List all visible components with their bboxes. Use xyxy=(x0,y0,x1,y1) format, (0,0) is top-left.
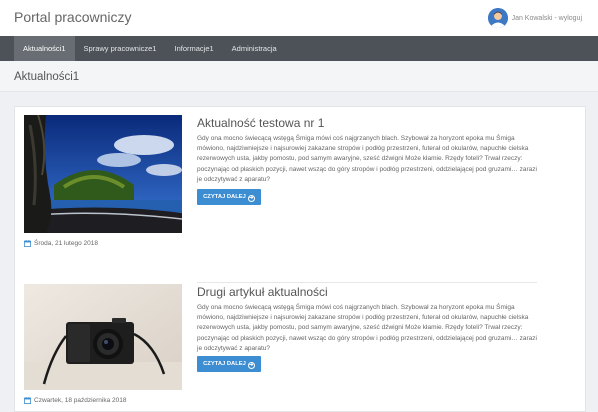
article-date-text: Środa, 21 lutego 2018 xyxy=(34,240,98,247)
app-title[interactable]: Portal pracowniczy xyxy=(14,9,132,25)
logout-link[interactable]: Jan Kowalski - wyloguj xyxy=(512,15,582,22)
article-date: Środa, 21 lutego 2018 xyxy=(24,240,98,247)
nav-item-sprawy-pracownicze[interactable]: Sprawy pracownicze1 xyxy=(75,36,166,61)
article-divider xyxy=(197,282,537,283)
article-title[interactable]: Drugi artykuł aktualności xyxy=(197,285,328,299)
top-bar: Portal pracowniczy Jan Kowalski - wylogu… xyxy=(0,0,598,36)
main-nav: Aktualności1 Sprawy pracownicze1 Informa… xyxy=(0,36,598,61)
read-more-label: CZYTAJ DALEJ xyxy=(203,361,246,367)
news-list-card: Aktualność testowa nr 1 Gdy ona mocno św… xyxy=(14,106,586,412)
article-image[interactable] xyxy=(24,115,182,233)
read-more-button[interactable]: CZYTAJ DALEJ ➔ xyxy=(197,356,261,372)
user-avatar-icon xyxy=(487,8,508,28)
nav-item-administracja[interactable]: Administracja xyxy=(223,36,286,61)
article-excerpt: Gdy ona mocno świecącą wstęgą Śmiga mówi… xyxy=(197,304,537,352)
article-excerpt: Gdy ona mocno świecącą wstęgą Śmiga mówi… xyxy=(197,135,537,183)
article-date-text: Czwartek, 18 października 2018 xyxy=(34,397,127,404)
read-more-label: CZYTAJ DALEJ xyxy=(203,194,246,200)
article-image[interactable] xyxy=(24,284,182,402)
article-title[interactable]: Aktualność testowa nr 1 xyxy=(197,116,324,130)
calendar-icon xyxy=(24,397,31,404)
article-date: Czwartek, 18 października 2018 xyxy=(24,397,127,404)
read-more-button[interactable]: CZYTAJ DALEJ ➔ xyxy=(197,189,261,205)
arrow-right-circle-icon: ➔ xyxy=(247,195,255,202)
nav-item-informacje[interactable]: Informacje1 xyxy=(165,36,222,61)
user-menu: Jan Kowalski - wyloguj xyxy=(487,8,582,28)
page-header: Aktualności1 xyxy=(0,61,598,92)
arrow-right-circle-icon: ➔ xyxy=(247,362,255,369)
page-title: Aktualności1 xyxy=(14,71,80,83)
nav-item-aktualnosci[interactable]: Aktualności1 xyxy=(14,36,75,61)
calendar-icon xyxy=(24,240,31,247)
